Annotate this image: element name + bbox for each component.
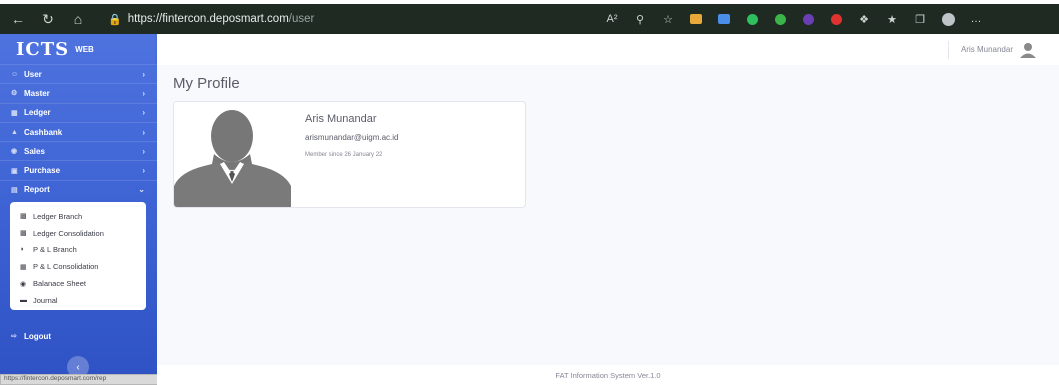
collections-icon[interactable]: ❐	[906, 9, 934, 29]
truck-icon: ▣	[11, 167, 18, 175]
browser-extensions: A² ⚲ ☆ ❖ ★ ❐ …	[598, 9, 990, 29]
gear-icon: ⚙	[11, 90, 18, 98]
topbar: Aris Munandar	[157, 34, 1059, 65]
footer-text: FAT Information System Ver.1.0	[555, 370, 661, 380]
brand-name: ICTS	[16, 38, 70, 60]
sidebar-item-master[interactable]: ⚙ Master ›	[0, 83, 157, 102]
sidebar-item-label: Sales	[24, 146, 45, 156]
sidebar-item-label: Master	[24, 88, 50, 98]
footer: FAT Information System Ver.1.0	[157, 365, 1059, 385]
url-path: /user	[288, 13, 315, 25]
topbar-divider	[947, 40, 949, 59]
sidebar-item-cashbank[interactable]: ▲ Cashbank ›	[0, 121, 157, 141]
sidebar-item-ledger[interactable]: ▦ Ledger ›	[0, 102, 157, 122]
profile-photo	[174, 102, 291, 207]
sidebar: ICTS WEB ☺ User › ⚙ Master › ▦ Ledger › …	[0, 34, 157, 385]
address-bar[interactable]: 🔒 https://fintercon.deposmart.com/user	[108, 13, 578, 26]
submenu-item-ledger-consolidation[interactable]: ▩ Ledger Consolidation	[10, 225, 146, 242]
chart-icon: ◗	[20, 246, 25, 254]
home-icon[interactable]: ⌂	[66, 7, 90, 31]
book-icon: ▩	[20, 230, 27, 238]
profile-icon[interactable]	[934, 9, 962, 29]
chevron-down-icon: ⌄	[138, 185, 145, 195]
chevron-right-icon: ›	[142, 127, 145, 137]
brand-sub: WEB	[75, 44, 94, 54]
journal-icon: ▬	[20, 296, 27, 304]
back-arrow-icon[interactable]: ←	[6, 7, 30, 31]
lock-icon: 🔒	[108, 13, 122, 26]
sidebar-item-label: User	[24, 69, 42, 79]
chevron-right-icon: ›	[142, 108, 145, 118]
sidebar-item-sales[interactable]: ◉ Sales ›	[0, 141, 157, 160]
extension-6-icon[interactable]	[822, 9, 850, 29]
sidebar-item-purchase[interactable]: ▣ Purchase ›	[0, 160, 157, 179]
user-icon: ☺	[11, 70, 19, 78]
chevron-right-icon: ›	[142, 69, 145, 79]
submenu-item-label: Ledger Branch	[33, 211, 83, 221]
extension-1-icon[interactable]	[682, 9, 710, 29]
main-content: My Profile Aris Munandar arismunandar@ui…	[157, 65, 1059, 365]
extension-4-icon[interactable]	[766, 9, 794, 29]
report-submenu: ▩ Ledger Branch ▩ Ledger Consolidation ◗…	[10, 202, 146, 310]
sidebar-item-label: Cashbank	[24, 127, 63, 137]
chevron-right-icon: ›	[142, 88, 145, 98]
extension-5-icon[interactable]	[794, 9, 822, 29]
sidebar-item-label: Ledger	[24, 108, 51, 118]
submenu-item-label: P & L Branch	[33, 245, 77, 255]
zoom-icon[interactable]: ⚲	[626, 9, 654, 29]
url-host: https://fintercon.deposmart.com	[127, 13, 289, 25]
profile-email: arismunandar@uigm.ac.id	[305, 133, 399, 142]
url-text: https://fintercon.deposmart.com/user	[128, 13, 315, 25]
sidebar-item-label: Purchase	[24, 166, 61, 176]
profile-card: Aris Munandar arismunandar@uigm.ac.id Me…	[173, 101, 526, 208]
bank-icon: ▲	[11, 128, 18, 136]
cart-icon: ◉	[11, 148, 18, 156]
chevron-left-icon: ‹	[76, 361, 80, 373]
avatar[interactable]	[1019, 41, 1037, 59]
favorites-icon[interactable]: ★	[878, 9, 906, 29]
extension-3-icon[interactable]	[738, 9, 766, 29]
favorite-add-icon[interactable]: ☆	[654, 9, 682, 29]
refresh-icon[interactable]: ↻	[36, 7, 60, 31]
balance-icon: ◉	[20, 280, 27, 288]
submenu-item-label: P & L Consolidation	[33, 262, 99, 272]
browser-toolbar: ← ↻ ⌂ 🔒 https://fintercon.deposmart.com/…	[0, 4, 1059, 34]
submenu-item-journal[interactable]: ▬ Journal	[10, 292, 146, 309]
page-title: My Profile	[173, 75, 240, 92]
logout-label: Logout	[24, 331, 52, 341]
chevron-right-icon: ›	[142, 146, 145, 156]
user-avatar-icon	[1020, 42, 1036, 58]
profile-name: Aris Munandar	[305, 113, 377, 125]
book-icon: ▩	[20, 213, 27, 221]
submenu-item-balance-sheet[interactable]: ◉ Balanace Sheet	[10, 275, 146, 292]
sidebar-item-report[interactable]: ▤ Report ⌄	[0, 179, 157, 199]
chart-icon: ▦	[20, 263, 27, 271]
sidebar-item-user[interactable]: ☺ User ›	[0, 64, 157, 83]
submenu-item-label: Balanace Sheet	[33, 279, 86, 289]
table-icon: ▦	[11, 109, 18, 117]
report-icon: ▤	[11, 186, 18, 194]
submenu-item-pl-consolidation[interactable]: ▦ P & L Consolidation	[10, 258, 146, 275]
extension-2-icon[interactable]	[710, 9, 738, 29]
more-menu-icon[interactable]: …	[962, 9, 990, 29]
topbar-user-name[interactable]: Aris Munandar	[961, 45, 1013, 54]
submenu-item-label: Journal	[33, 295, 58, 305]
sidebar-item-label: Report	[24, 185, 50, 195]
profile-member-since: Member since 26 January 22	[305, 152, 383, 158]
person-silhouette-icon	[174, 102, 291, 207]
sidebar-item-logout[interactable]: ⇨ Logout	[0, 326, 157, 346]
brand-logo[interactable]: ICTS WEB	[0, 34, 157, 64]
chevron-right-icon: ›	[142, 166, 145, 176]
submenu-item-ledger-branch[interactable]: ▩ Ledger Branch	[10, 208, 146, 225]
logout-icon: ⇨	[11, 333, 17, 340]
extensions-puzzle-icon[interactable]: ❖	[850, 9, 878, 29]
read-aloud-icon[interactable]: A²	[598, 9, 626, 29]
submenu-item-label: Ledger Consolidation	[33, 228, 104, 238]
submenu-item-pl-branch[interactable]: ◗ P & L Branch	[10, 242, 146, 259]
